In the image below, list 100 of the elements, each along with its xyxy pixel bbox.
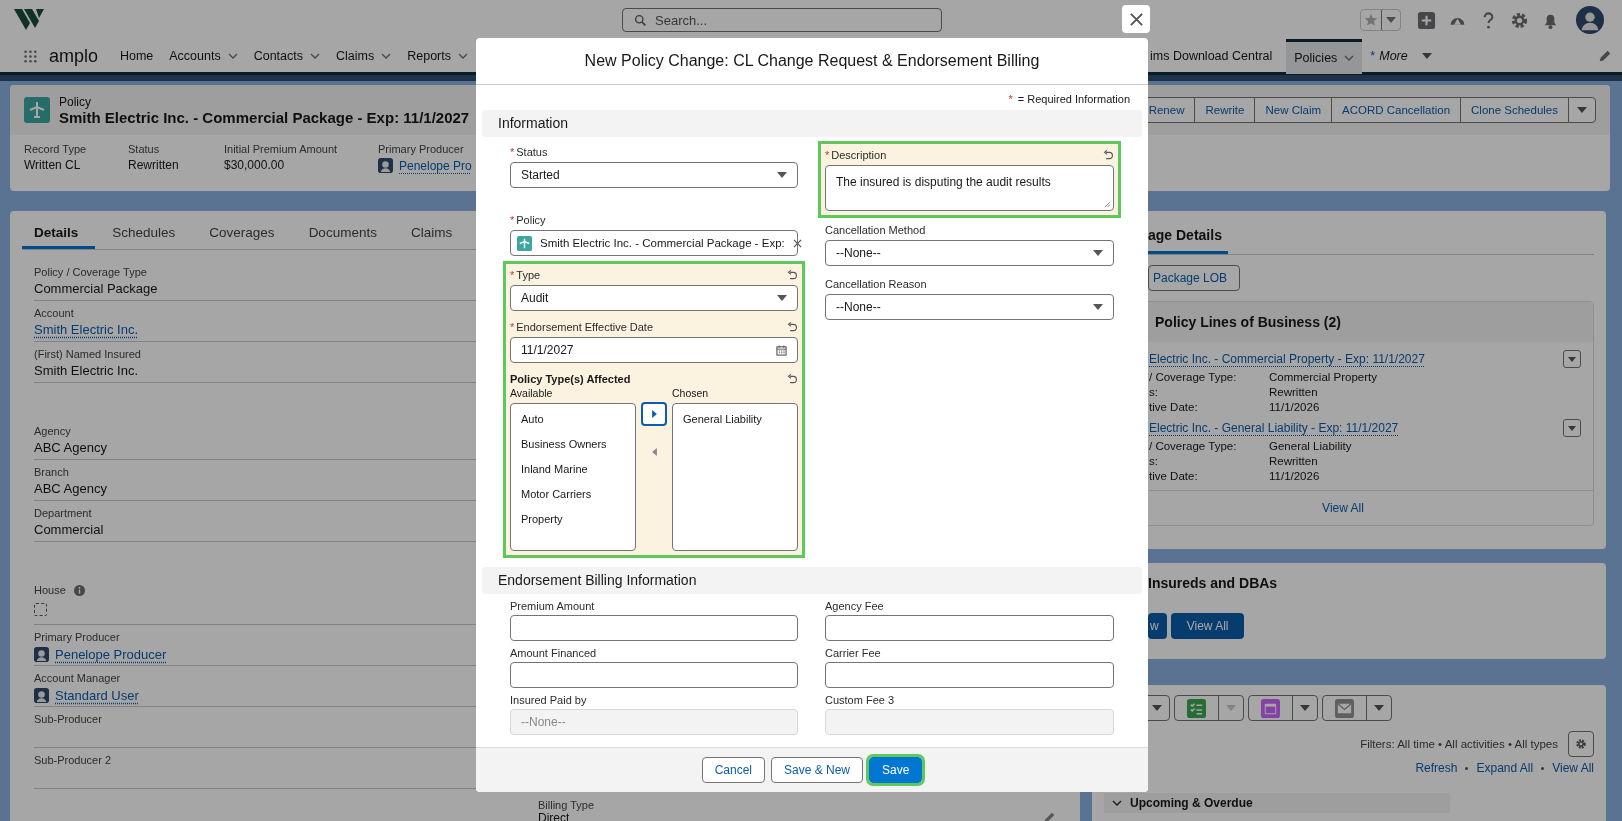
record-title: Smith Electric Inc. - Commercial Package - Exp: 11/1/2027: [59, 108, 470, 126]
action-button[interactable]: Rewrite: [1194, 97, 1256, 123]
list-option[interactable]: General Liability: [683, 407, 787, 432]
activity-link[interactable]: View All: [1552, 761, 1594, 775]
action-button[interactable]: Clone Schedules: [1460, 97, 1569, 123]
user-link[interactable]: Standard User: [55, 687, 139, 703]
field-label: Status: [128, 143, 161, 155]
nav-tab[interactable]: Policies: [1286, 38, 1363, 74]
list-option[interactable]: Business Owners: [521, 432, 625, 457]
field-label: Primary Producer: [34, 631, 120, 643]
more-actions-button[interactable]: [1568, 97, 1596, 123]
logo-icon[interactable]: [14, 9, 44, 31]
input-field[interactable]: [825, 615, 1114, 641]
input-field[interactable]: [825, 662, 1114, 688]
view-all-link[interactable]: View All: [1322, 501, 1364, 515]
user-link[interactable]: Penelope Pro: [399, 158, 472, 173]
nav-tab[interactable]: Claims: [328, 40, 400, 72]
edit-icon[interactable]: [1598, 49, 1612, 63]
record-link[interactable]: Smith Electric Inc.: [34, 322, 139, 337]
select-field[interactable]: Audit: [510, 285, 798, 311]
edit-icon[interactable]: [1043, 811, 1056, 821]
field-label: Sub-Producer 2: [34, 754, 112, 766]
footer-button[interactable]: Cancel: [701, 757, 765, 783]
field-value: Written CL: [24, 158, 82, 172]
card-title: Insureds and DBAs: [1148, 575, 1279, 591]
action-button[interactable]: ACORD Cancellation: [1331, 97, 1462, 123]
add-icon[interactable]: [1417, 10, 1436, 30]
undo-icon[interactable]: [787, 373, 798, 385]
section-header[interactable]: Upcoming & Overdue: [1104, 793, 1450, 813]
input-field[interactable]: [510, 615, 798, 641]
required-note: * = Required Information: [1007, 92, 1131, 105]
tab[interactable]: Coverages: [192, 217, 292, 249]
clear-icon[interactable]: [792, 238, 802, 248]
brand-button[interactable]: View All: [1170, 613, 1245, 639]
activity-link[interactable]: Refresh: [1415, 761, 1458, 775]
input-field[interactable]: [510, 662, 798, 688]
info-icon[interactable]: [73, 584, 85, 596]
app-name: amplo: [48, 45, 98, 67]
move-right-button[interactable]: [641, 402, 667, 426]
date-field[interactable]: 11/1/2027: [510, 337, 798, 363]
record-link[interactable]: Electric Inc. - General Liability - Exp: 11/1/2027: [1149, 421, 1399, 435]
settings-icon[interactable]: [1510, 10, 1529, 30]
resize-handle-icon[interactable]: [1104, 201, 1111, 208]
field-value: Rewritten: [1269, 455, 1318, 467]
field-label: Account: [34, 307, 74, 319]
undo-icon[interactable]: [787, 269, 798, 281]
field-value: 11/1/2026: [1269, 470, 1320, 482]
action-button[interactable]: New Claim: [1254, 97, 1333, 123]
nav-tab[interactable]: ims Download Central: [1148, 40, 1287, 72]
tab[interactable]: Claims: [393, 217, 470, 249]
select-field[interactable]: --None--: [825, 294, 1114, 320]
field-label: / Coverage Type:: [1149, 440, 1238, 452]
field-value: Rewritten: [1269, 386, 1318, 398]
row-menu-button[interactable]: [1563, 419, 1581, 437]
field-label: tive Date:: [1149, 401, 1199, 413]
user-icon: [34, 646, 49, 662]
user-link[interactable]: Penelope Producer: [55, 646, 167, 662]
field-label: Carrier Fee: [825, 647, 882, 659]
nav-tab[interactable]: Reports: [399, 40, 476, 72]
settings-button[interactable]: [1568, 731, 1594, 757]
user-avatar-icon[interactable]: [1576, 6, 1604, 34]
more-tab[interactable]: * More: [1362, 40, 1440, 72]
app-launcher-icon[interactable]: [24, 48, 37, 64]
brand-button[interactable]: w: [1148, 613, 1167, 639]
activity-link[interactable]: Expand All: [1476, 761, 1534, 775]
row-menu-button[interactable]: [1563, 350, 1581, 368]
field-label: Initial Premium Amount: [224, 143, 338, 155]
select-field[interactable]: --None--: [825, 240, 1114, 266]
nav-tab[interactable]: Contacts: [245, 40, 328, 72]
tab[interactable]: Documents: [291, 217, 394, 249]
caret-icon: [1093, 304, 1103, 310]
field-value: Smith Electric Inc.: [34, 363, 139, 378]
list-option[interactable]: Inland Marine: [521, 457, 625, 482]
search-field[interactable]: Search...: [622, 8, 942, 32]
select-field[interactable]: Started: [510, 162, 798, 188]
tab[interactable]: Details: [22, 217, 96, 249]
field-label: * Endorsement Effective Date: [510, 321, 654, 333]
nav-tab[interactable]: Home: [111, 40, 162, 72]
list-option[interactable]: Motor Carriers: [521, 482, 625, 507]
footer-button[interactable]: Save & New: [771, 757, 863, 783]
list-option[interactable]: Property: [521, 507, 625, 532]
footer-button[interactable]: Save: [869, 757, 923, 783]
field-label: / Coverage Type:: [1149, 371, 1238, 383]
field-label: s:: [1149, 455, 1159, 467]
field-label: * Policy: [510, 214, 546, 226]
caret-icon: [777, 295, 787, 301]
textarea-field[interactable]: The insured is disputing the audit results: [825, 165, 1114, 211]
undo-icon[interactable]: [787, 321, 798, 333]
favorites-button[interactable]: [1360, 9, 1401, 31]
user-icon: [378, 158, 393, 173]
nav-tab[interactable]: Accounts: [161, 40, 246, 72]
package-lob-button[interactable]: Package LOB: [1148, 265, 1241, 291]
undo-icon[interactable]: [1103, 149, 1114, 161]
calendar-icon[interactable]: [776, 344, 787, 356]
list-option[interactable]: Auto: [521, 407, 625, 432]
modal-title: New Policy Change: CL Change Request & Endorsement Billing: [584, 52, 1040, 70]
tab[interactable]: Schedules: [95, 217, 193, 249]
record-link[interactable]: Electric Inc. - Commercial Property - Exp: 11/1/2027: [1149, 352, 1425, 366]
filters-text: Filters: All time • All activities • All types: [1360, 738, 1558, 750]
close-button[interactable]: [1122, 5, 1150, 33]
